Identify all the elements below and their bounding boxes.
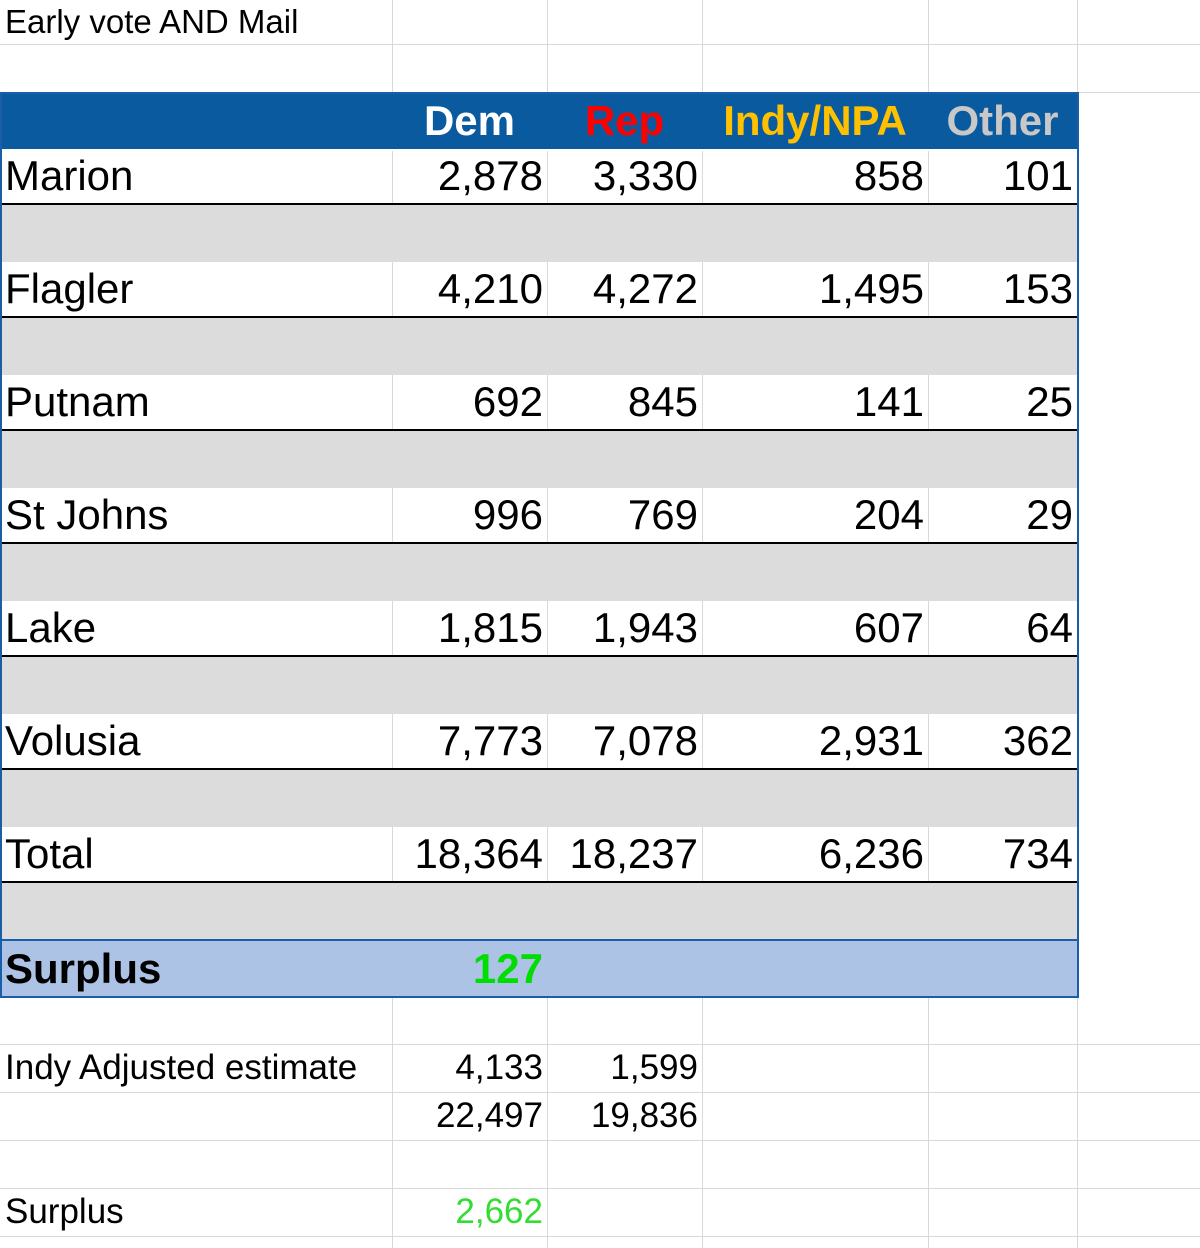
cell-rep[interactable]: 1,943 <box>547 601 702 655</box>
adjusted-rep-1[interactable]: 1,599 <box>547 1044 702 1092</box>
surplus-value[interactable]: 127 <box>392 941 547 997</box>
cell-indy[interactable]: 204 <box>702 488 928 542</box>
table-row: Lake 1,815 1,943 607 64 <box>0 601 1077 657</box>
grid-line <box>0 44 1200 45</box>
adjusted-label[interactable]: Indy Adjusted estimate <box>0 1044 392 1092</box>
surplus2-row: Surplus 2,662 <box>0 1188 1077 1236</box>
cell-indy[interactable]: 1,495 <box>702 262 928 316</box>
table-row: Volusia 7,773 7,078 2,931 362 <box>0 714 1077 770</box>
cell-county[interactable]: Lake <box>0 601 392 655</box>
cell-rep[interactable]: 3,330 <box>547 149 702 203</box>
table-row: Putnam 692 845 141 25 <box>0 375 1077 431</box>
cell-dem[interactable]: 2,878 <box>392 149 547 203</box>
table-row: St Johns 996 769 204 29 <box>0 488 1077 544</box>
cell-other[interactable]: 64 <box>928 601 1077 655</box>
surplus-row: Surplus 127 <box>0 939 1077 997</box>
table-row: Total 18,364 18,237 6,236 734 <box>0 827 1077 883</box>
cell-county[interactable]: St Johns <box>0 488 392 542</box>
cell-other[interactable]: 25 <box>928 375 1077 429</box>
surplus2-value[interactable]: 2,662 <box>392 1188 547 1236</box>
cell-county[interactable]: Putnam <box>0 375 392 429</box>
cell-rep[interactable]: 7,078 <box>547 714 702 768</box>
cell-dem[interactable]: 4,210 <box>392 262 547 316</box>
cell-county[interactable]: Total <box>0 827 392 881</box>
spacer-row <box>0 770 1077 827</box>
adjusted-dem-1[interactable]: 4,133 <box>392 1044 547 1092</box>
adjusted-dem-2[interactable]: 22,497 <box>392 1092 547 1140</box>
title-row: Early vote AND Mail <box>0 0 1200 44</box>
adjusted-row-2: 22,497 19,836 <box>0 1092 1077 1140</box>
spacer-row <box>0 657 1077 714</box>
cell-rep[interactable]: 845 <box>547 375 702 429</box>
cell-other[interactable]: 101 <box>928 149 1077 203</box>
cell-rep[interactable]: 18,237 <box>547 827 702 881</box>
header-other[interactable]: Other <box>928 92 1077 149</box>
cell-dem[interactable]: 1,815 <box>392 601 547 655</box>
header-indy[interactable]: Indy/NPA <box>702 92 928 149</box>
cell-dem[interactable]: 7,773 <box>392 714 547 768</box>
cell-indy[interactable]: 607 <box>702 601 928 655</box>
cell-indy[interactable]: 6,236 <box>702 827 928 881</box>
cell-indy[interactable]: 141 <box>702 375 928 429</box>
table-row: Flagler 4,210 4,272 1,495 153 <box>0 262 1077 318</box>
cell-other[interactable]: 29 <box>928 488 1077 542</box>
spacer-row <box>0 544 1077 601</box>
surplus2-label[interactable]: Surplus <box>0 1188 392 1236</box>
adjusted-row-1: Indy Adjusted estimate 4,133 1,599 <box>0 1044 1077 1092</box>
spacer-row <box>0 318 1077 375</box>
cell-other[interactable]: 153 <box>928 262 1077 316</box>
cell-county[interactable]: Volusia <box>0 714 392 768</box>
spacer-row <box>0 205 1077 262</box>
cell-rep[interactable]: 4,272 <box>547 262 702 316</box>
grid-line <box>0 1236 1200 1237</box>
spacer-row <box>0 883 1077 940</box>
cell-dem[interactable]: 18,364 <box>392 827 547 881</box>
cell-county[interactable]: Flagler <box>0 262 392 316</box>
cell-other[interactable]: 734 <box>928 827 1077 881</box>
header-rep[interactable]: Rep <box>547 92 702 149</box>
cell-other[interactable]: 362 <box>928 714 1077 768</box>
header-row: Dem Rep Indy/NPA Other <box>0 92 1077 151</box>
cell-dem[interactable]: 692 <box>392 375 547 429</box>
header-dem[interactable]: Dem <box>392 92 547 149</box>
cell-county[interactable]: Marion <box>0 149 392 203</box>
grid-line <box>0 1140 1200 1141</box>
table-row: Marion 2,878 3,330 858 101 <box>0 149 1077 205</box>
cell-dem[interactable]: 996 <box>392 488 547 542</box>
cell-rep[interactable]: 769 <box>547 488 702 542</box>
surplus-label[interactable]: Surplus <box>0 941 392 997</box>
cell-indy[interactable]: 2,931 <box>702 714 928 768</box>
adjusted-rep-2[interactable]: 19,836 <box>547 1092 702 1140</box>
cell-indy[interactable]: 858 <box>702 149 928 203</box>
grid-line <box>1077 0 1078 1248</box>
spacer-row <box>0 431 1077 488</box>
sheet-title[interactable]: Early vote AND Mail <box>0 0 392 44</box>
